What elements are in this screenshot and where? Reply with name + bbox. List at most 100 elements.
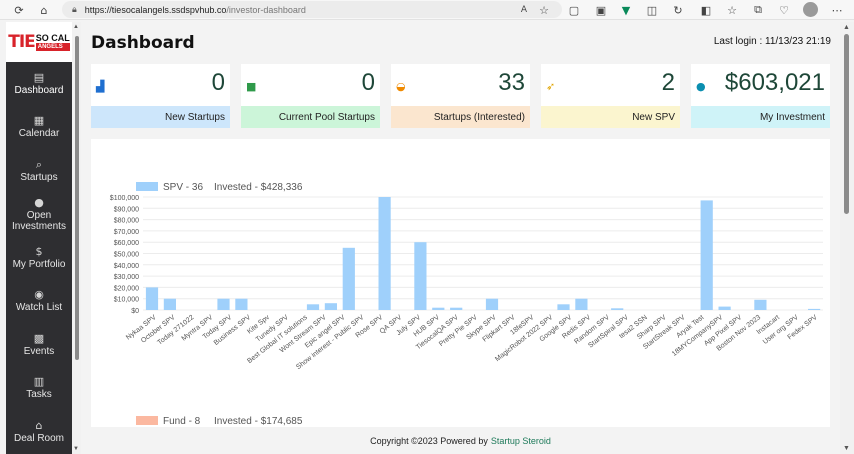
bar[interactable] <box>575 298 588 310</box>
sidebar-item-startups[interactable]: ⌕ Startups <box>6 149 72 193</box>
favorites-icon[interactable]: ☆ <box>725 3 739 17</box>
favorite-star-icon[interactable]: ☆ <box>537 3 551 17</box>
sidebar-item-label: Open Investments <box>12 209 66 232</box>
deal-room-icon: ⌂ <box>35 418 43 432</box>
logo[interactable]: TIE SO CAL ANGELS <box>6 22 72 62</box>
card-value: 33 <box>498 69 525 96</box>
page-scrollbar[interactable]: ▲ ▼ <box>840 22 854 454</box>
sidebar-scrollbar[interactable]: ▲ ▼ <box>72 22 81 454</box>
bar[interactable] <box>235 298 248 310</box>
stat-cards: ▟ 0 New Startups ■ 0 Current Pool Startu… <box>91 64 833 129</box>
sidebar-item-events[interactable]: ▩ Events <box>6 323 72 367</box>
scroll-up-icon[interactable]: ▲ <box>73 24 79 30</box>
profile-avatar-icon[interactable] <box>803 2 818 17</box>
y-tick-label: $70,000 <box>114 229 139 236</box>
y-axis: $0 $10,000 $20,000 $30,000 $40,000 $50,000 $60… <box>110 195 823 315</box>
sidebar-scroll-thumb[interactable] <box>75 36 79 360</box>
legend-swatch[interactable] <box>136 182 158 191</box>
lock-icon: 🔒︎ <box>72 4 77 14</box>
bar[interactable] <box>342 247 355 310</box>
tasks-icon: ▥ <box>33 375 45 389</box>
sidebar-item-label: Events <box>23 345 55 357</box>
split-screen-icon[interactable]: ◧ <box>699 3 713 17</box>
collections-icon[interactable]: ⧉ <box>751 3 765 17</box>
spv-investment-chart: SPV - 36 Invested - $428,336 $0 $10,000 $2… <box>110 182 823 427</box>
sidebar-item-label: Calendar <box>18 128 60 140</box>
y-tick-label: $20,000 <box>114 285 139 292</box>
card-label: New Startups <box>91 106 230 128</box>
bar[interactable] <box>414 242 427 310</box>
bar[interactable] <box>306 304 320 310</box>
logo-angels: ANGELS <box>35 42 70 51</box>
sidebar-item-deal-room[interactable]: ⌂ Deal Room <box>6 410 72 454</box>
vpn-icon[interactable]: ▼ <box>619 3 633 17</box>
sidebar-item-watch-list[interactable]: ◉ Watch List <box>6 280 72 324</box>
bar[interactable] <box>700 200 713 310</box>
bar[interactable] <box>217 298 230 310</box>
card-new-startups[interactable]: ▟ 0 New Startups <box>91 64 230 128</box>
bar[interactable] <box>485 298 499 310</box>
search-icon: ⌕ <box>35 157 43 171</box>
camera-icon[interactable]: ◫ <box>645 3 659 17</box>
bar[interactable] <box>450 307 463 310</box>
y-tick-label: $0 <box>131 308 139 315</box>
bar[interactable] <box>808 308 821 310</box>
scroll-down-icon[interactable]: ▼ <box>843 445 850 452</box>
scroll-up-icon[interactable]: ▲ <box>843 24 850 31</box>
rocket-icon: ➶ <box>546 80 556 93</box>
logo-socal: SO CAL <box>35 32 70 43</box>
y-tick-label: $50,000 <box>114 252 139 259</box>
fund-legend-swatch[interactable] <box>136 416 158 425</box>
extension-icon-2[interactable]: ▣ <box>594 3 608 17</box>
more-menu-icon[interactable]: ⋯ <box>830 3 844 17</box>
refresh-icon[interactable]: ⟳ <box>12 3 26 17</box>
bar[interactable] <box>145 287 159 310</box>
extension-icon[interactable]: ▢ <box>567 3 581 17</box>
money-bag-icon: ● <box>696 80 706 93</box>
sidebar-item-my-portfolio[interactable]: $ My Portfolio <box>6 236 72 280</box>
address-bar[interactable]: 🔒︎ https://tiesocalangels.ssdspvhub.co/i… <box>62 1 562 18</box>
browser-toolbar: ⟳ ⌂ 🔒︎ https://tiesocalangels.ssdspvhub.… <box>0 0 854 20</box>
legend-label: SPV - 36 <box>163 182 203 193</box>
card-label: New SPV <box>541 106 680 128</box>
bar[interactable] <box>163 298 176 310</box>
card-current-pool-startups[interactable]: ■ 0 Current Pool Startups <box>241 64 380 128</box>
bar[interactable] <box>324 303 337 310</box>
bar[interactable] <box>432 307 445 310</box>
read-aloud-icon[interactable]: A <box>517 3 531 17</box>
sidebar-item-calendar[interactable]: ▦ Calendar <box>6 106 72 150</box>
card-new-spv[interactable]: ➶ 2 New SPV <box>541 64 680 128</box>
bar[interactable] <box>378 197 391 310</box>
footer-link[interactable]: Startup Steroid <box>491 436 551 446</box>
url-path: /investor-dashboard <box>226 4 306 15</box>
card-my-investment[interactable]: ● $603,021 My Investment <box>691 64 830 128</box>
scroll-down-icon[interactable]: ▼ <box>73 446 79 452</box>
briefcase-icon: ■ <box>246 80 257 93</box>
hand-coin-icon: ◒ <box>396 80 406 93</box>
bar[interactable] <box>718 306 731 310</box>
card-startups-interested[interactable]: ◒ 33 Startups (Interested) <box>391 64 530 128</box>
main-content: Dashboard Last login : 11/13/23 21:19 ▟ … <box>81 22 840 454</box>
page-scroll-thumb[interactable] <box>844 34 849 214</box>
sidebar-item-tasks[interactable]: ▥ Tasks <box>6 367 72 411</box>
chart-icon: ▟ <box>96 80 105 93</box>
card-value: 2 <box>661 69 675 96</box>
copilot-icon[interactable]: ♡ <box>777 3 791 17</box>
bar[interactable] <box>557 304 570 310</box>
card-value: $603,021 <box>724 69 825 96</box>
bar[interactable] <box>754 299 767 310</box>
y-tick-label: $90,000 <box>114 206 139 213</box>
sidebar-item-open-investments[interactable]: ● Open Investments <box>6 193 72 237</box>
refresh-page-icon[interactable]: ↻ <box>671 3 685 17</box>
url-host: https://tiesocalangels.ssdspvhub.co <box>84 4 227 15</box>
money-bag-icon: ● <box>34 195 44 209</box>
sidebar-item-label: Startups <box>20 171 58 183</box>
home-icon[interactable]: ⌂ <box>37 3 51 17</box>
footer: Copyright ©2023 Powered by Startup Stero… <box>81 427 840 454</box>
chart-panel: SPV - 36 Invested - $428,336 $0 $10,000 $2… <box>91 139 830 427</box>
sidebar: TIE SO CAL ANGELS ▤ Dashboard ▦ Calendar… <box>6 22 72 454</box>
y-tick-label: $80,000 <box>114 218 139 225</box>
legend-invested: Invested - $428,336 <box>214 182 303 193</box>
bar[interactable] <box>611 308 624 310</box>
sidebar-item-dashboard[interactable]: ▤ Dashboard <box>6 62 72 106</box>
